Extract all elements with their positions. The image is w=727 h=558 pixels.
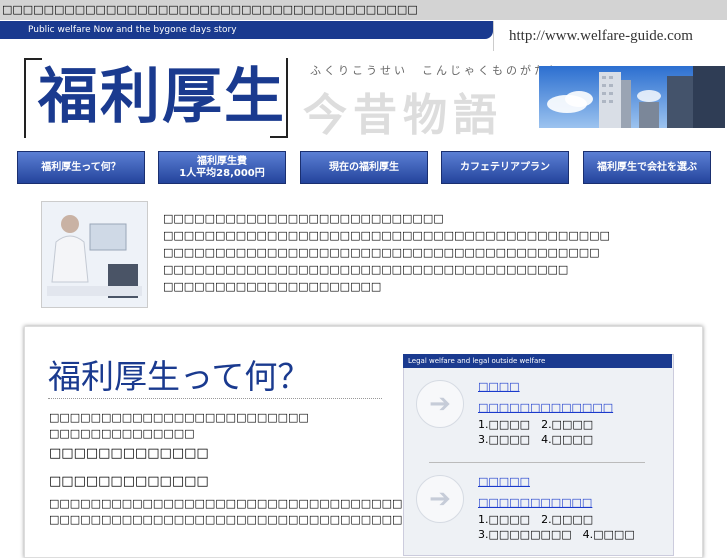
nav-choose-company[interactable]: 福利厚生で会社を選ぶ [583, 151, 711, 184]
nav-welfare-cost[interactable]: 福利厚生費 1人平均28,000円 [158, 151, 286, 184]
section2-title-link[interactable]: □□□□□ [478, 475, 530, 488]
paragraph-1: □□□□□□□□□□□□□□□□□□□□□□□□□ □□□□□□□□□□□□□□ [49, 410, 309, 442]
intro-line: □□□□□□□□□□□□□□□□□□□□□□□□□□□□□□□□□□□□□□□□… [163, 246, 600, 259]
intro-line: □□□□□□□□□□□□□□□□□□□□□□□□□□□□□□□□□□□□□□□ [163, 263, 569, 276]
arrow-right-icon: ➔ [429, 484, 451, 514]
section1-subtitle-link[interactable]: □□□□□□□□□□□□□ [478, 401, 613, 414]
sidebox-header: Legal welfare and legal outside welfare [403, 354, 672, 368]
emphasis-line-1: □□□□□□□□□□□□□ [49, 446, 209, 461]
arrow-circle-1: ➔ [416, 380, 464, 428]
emphasis-line-2: □□□□□□□□□□□□□ [49, 474, 209, 489]
intro-line: □□□□□□□□□□□□□□□□□□□□□□□□□□□ [163, 212, 444, 225]
arrow-right-icon: ➔ [429, 389, 451, 419]
page-top-title: □□□□□□□□□□□□□□□□□□□□□□□□□□□□□□□□□□□□□□□□ [0, 0, 727, 20]
section2-items-row1[interactable]: 1.□□□□ 2.□□□□ [478, 511, 593, 527]
section1-title-link[interactable]: □□□□ [478, 380, 520, 393]
site-logo[interactable]: 福利厚生 [38, 62, 286, 132]
paragraph-line: □□□□□□□□□□□□□□□□□□□□□□□□□ [49, 411, 309, 424]
site-url[interactable]: http://www.welfare-guide.com [493, 21, 727, 51]
intro-line: □□□□□□□□□□□□□□□□□□□□□□□□□□□□□□□□□□□□□□□□… [163, 229, 610, 242]
nav-what-is-welfare[interactable]: 福利厚生って何？ [17, 151, 145, 184]
sidebox-separator [429, 462, 645, 463]
skyline-image [539, 66, 725, 128]
subtitle-title: 今昔物語 [303, 90, 503, 141]
subtitle-kana: ふくりこうせい こんじゃくものがたり [310, 64, 562, 77]
paragraph-line: □□□□□□□□□□□□□□ [49, 427, 195, 440]
section-heading: 福利厚生って何？ [48, 357, 311, 396]
section1-items-row2[interactable]: 3.□□□□ 4.□□□□ [478, 431, 593, 447]
tagline-bar: Public welfare Now and the bygone days s… [0, 21, 493, 39]
arrow-circle-2: ➔ [416, 475, 464, 523]
nav-current-welfare[interactable]: 現在の福利厚生 [300, 151, 428, 184]
section1-items-row1[interactable]: 1.□□□□ 2.□□□□ [478, 416, 593, 432]
intro-line: □□□□□□□□□□□□□□□□□□□□□ [163, 280, 382, 293]
nav-cafeteria-plan[interactable]: カフェテリアプラン [441, 151, 569, 184]
heading-divider [48, 398, 382, 399]
office-woman-photo [41, 201, 148, 308]
section2-subtitle-link[interactable]: □□□□□□□□□□□ [478, 496, 592, 509]
intro-text: □□□□□□□□□□□□□□□□□□□□□□□□□□□ □□□□□□□□□□□□… [163, 210, 610, 295]
section2-items-row2[interactable]: 3.□□□□□□□□ 4.□□□□ [478, 526, 635, 542]
